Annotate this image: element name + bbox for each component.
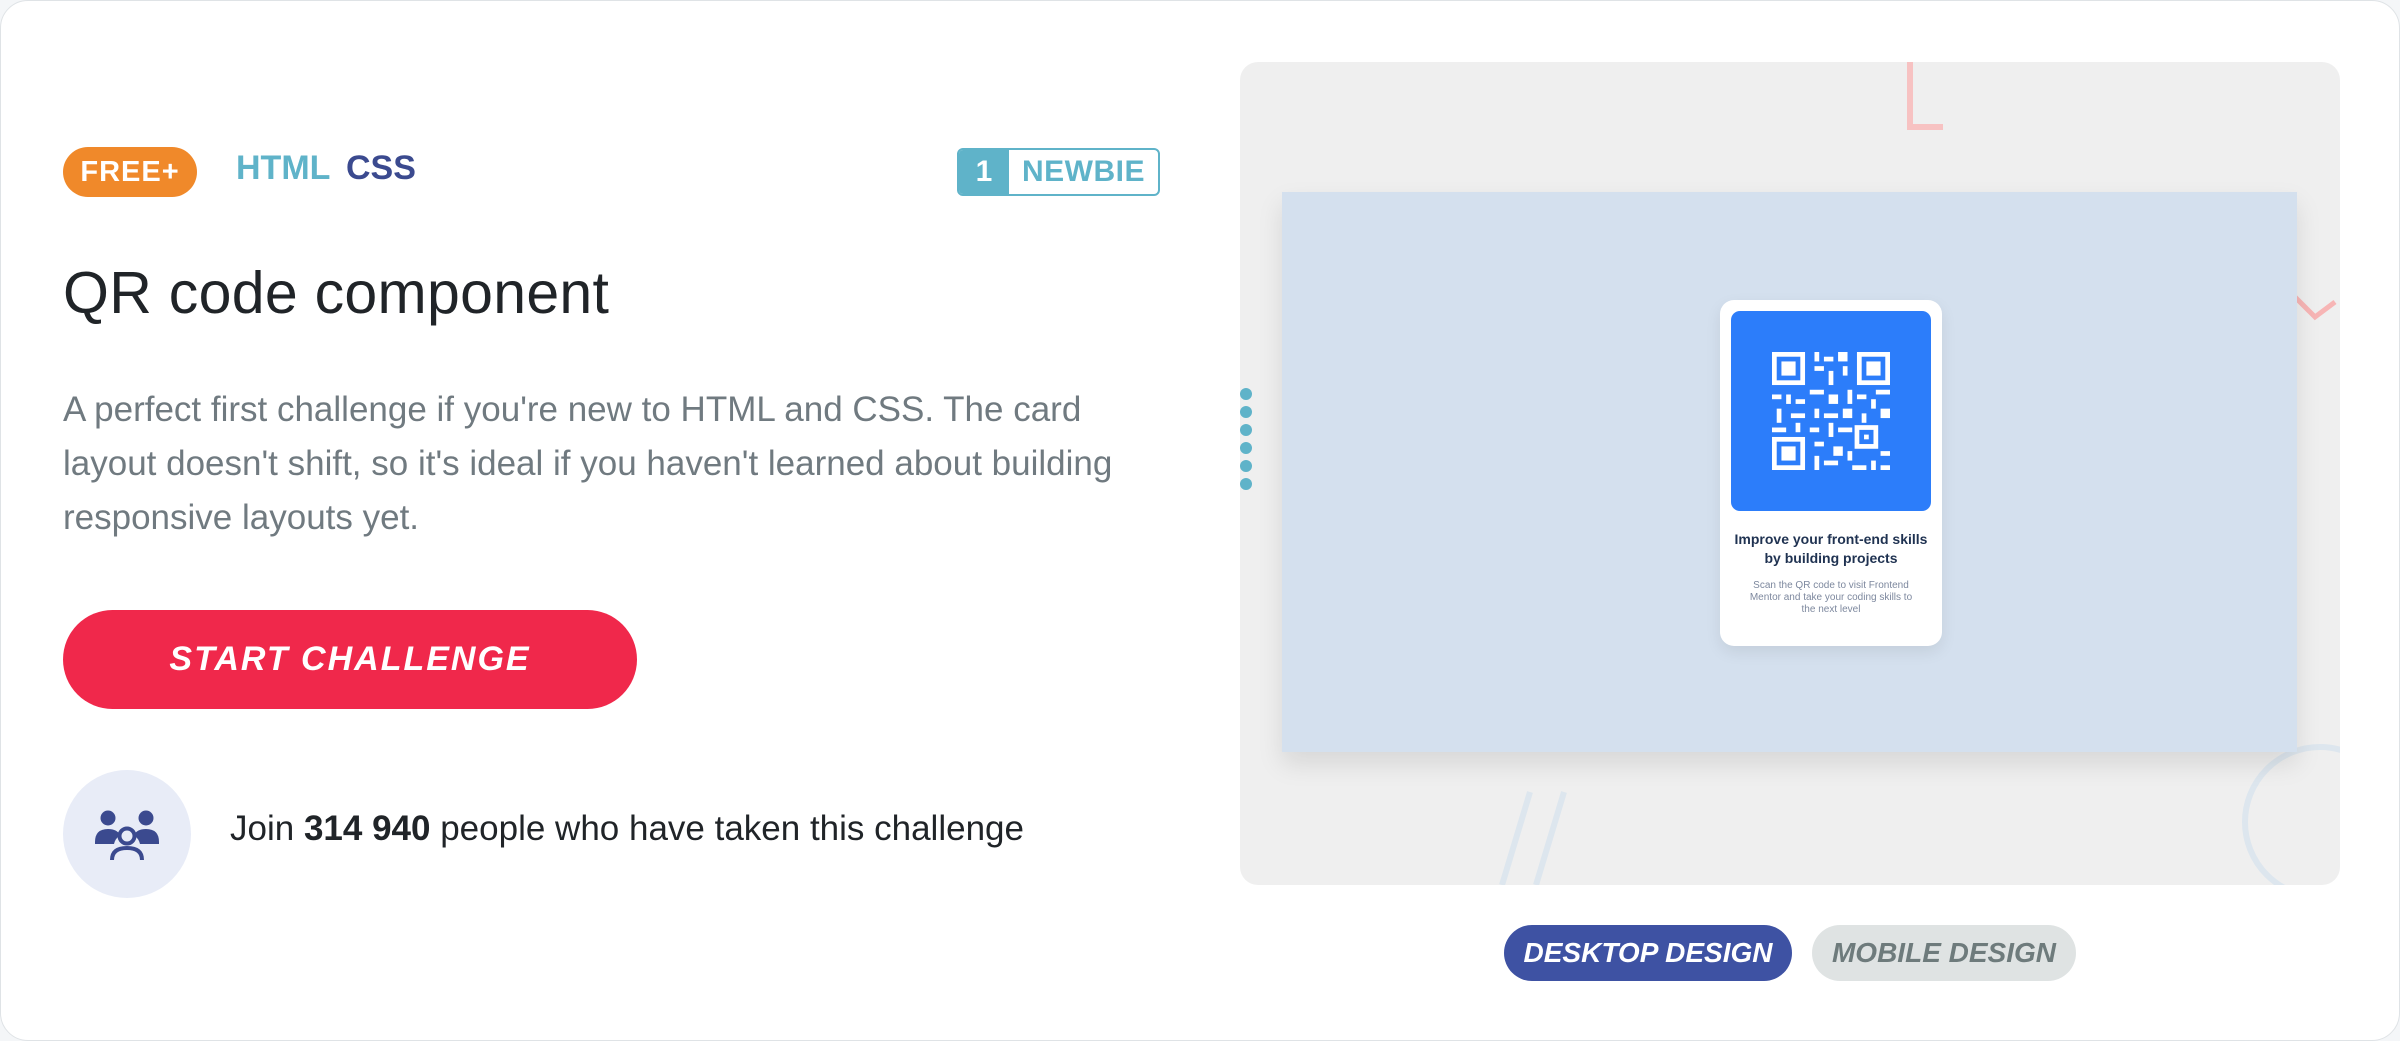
- qr-card-title: Improve your front-end skills by buildin…: [1734, 531, 1928, 566]
- start-challenge-button[interactable]: START CHALLENGE: [63, 610, 637, 709]
- qr-preview-card: Improve your front-end skills by buildin…: [1720, 300, 1942, 646]
- mobile-design-button[interactable]: MOBILE DESIGN: [1812, 925, 2076, 981]
- qr-card-text: Scan the QR code to visit Frontend Mento…: [1749, 580, 1913, 615]
- difficulty-badge: 1 NEWBIE: [957, 148, 1160, 196]
- difficulty-level-number: 1: [959, 150, 1009, 194]
- preview-drag-handle[interactable]: [1240, 388, 1254, 496]
- participants-text: Join 314 940 people who have taken this …: [230, 809, 1024, 849]
- design-preview: Improve your front-end skills by buildin…: [1240, 62, 2340, 885]
- desktop-design-button[interactable]: DESKTOP DESIGN: [1504, 925, 1792, 981]
- difficulty-level-label: NEWBIE: [1022, 155, 1145, 188]
- free-plus-badge: FREE+: [63, 147, 197, 197]
- qr-code-image: [1731, 311, 1931, 511]
- html-tag[interactable]: HTML: [236, 149, 330, 188]
- join-prefix: Join: [230, 809, 295, 848]
- challenge-description: A perfect first challenge if you're new …: [63, 390, 1113, 537]
- participant-count: 314 940: [303, 809, 431, 848]
- qr-code-icon: [1772, 352, 1890, 470]
- challenge-card: FREE+ HTML CSS 1 NEWBIE QR code componen…: [0, 0, 2400, 1041]
- css-tag[interactable]: CSS: [346, 149, 416, 188]
- challenge-title: QR code component: [63, 260, 610, 326]
- join-suffix: people who have taken this challenge: [440, 809, 1024, 848]
- desktop-design-canvas: Improve your front-end skills by buildin…: [1282, 192, 2297, 752]
- people-group-icon: [63, 770, 191, 898]
